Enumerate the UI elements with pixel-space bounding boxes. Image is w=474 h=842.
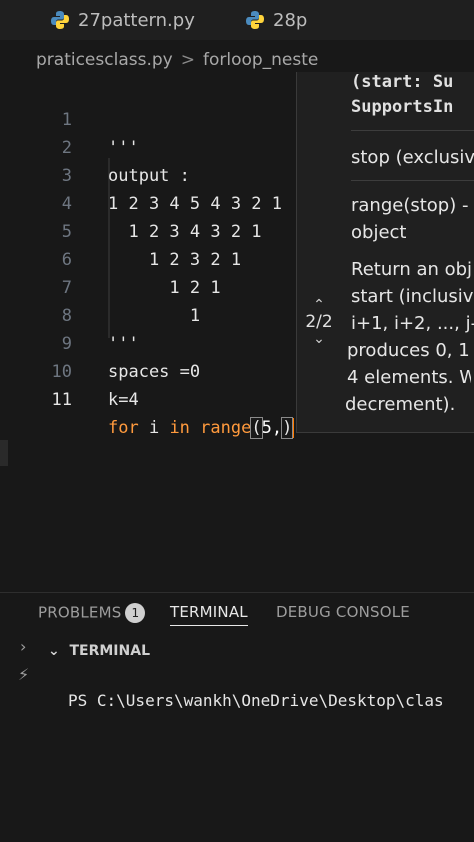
range-args: 5, — [261, 418, 283, 438]
popup-divider — [351, 130, 474, 131]
tab-label: 27pattern.py — [78, 9, 195, 31]
code-text: k=4 — [108, 390, 139, 410]
signature-line: SupportsIn — [351, 97, 454, 117]
breadcrumb-separator: > — [180, 50, 195, 70]
code-text: for i in range(5,) — [108, 414, 295, 442]
active-parameter: stop (exclusiv — [351, 147, 474, 168]
breadcrumb-file[interactable]: praticesclass.py — [36, 50, 173, 70]
keyword-for: for — [108, 418, 139, 438]
paren-open: ( — [250, 417, 263, 439]
bottom-panel: PROBLEMS 1 TERMINAL DEBUG CONSOLE › ⌄ TER… — [0, 592, 474, 842]
python-icon — [51, 11, 69, 29]
doc-description: produces 0, 1, — [347, 340, 471, 361]
function-range: range — [189, 418, 252, 438]
doc-description: decrement). — [345, 394, 456, 415]
chevron-down-icon[interactable]: ⌄ — [297, 332, 341, 346]
overload-count: 2/2 — [305, 312, 333, 332]
doc-line: object — [351, 222, 407, 243]
gutter-marker — [0, 440, 8, 466]
tab-label: PROBLEMS — [38, 603, 122, 622]
tab-problems[interactable]: PROBLEMS 1 — [38, 603, 146, 623]
text-cursor — [292, 418, 295, 438]
breadcrumb: praticesclass.py > forloop_neste — [36, 50, 318, 70]
tab-debug-console[interactable]: DEBUG CONSOLE — [276, 603, 410, 621]
tab-label: 28p — [273, 9, 308, 31]
loop-variable: i — [138, 418, 170, 438]
breadcrumb-symbol[interactable]: forloop_neste — [203, 50, 318, 70]
tab-terminal[interactable]: TERMINAL — [170, 603, 248, 626]
python-icon — [246, 11, 264, 29]
signature-help-popup[interactable]: (start: Su SupportsIn stop (exclusiv ran… — [296, 72, 474, 433]
overload-selector: ⌃ 2/2 ⌄ — [297, 298, 341, 346]
keyword-in: in — [169, 418, 190, 438]
tab-bar: 27pattern.py 28p — [0, 0, 474, 40]
doc-description: Return an obj — [351, 259, 473, 280]
plug-icon[interactable]: ⚡ — [18, 665, 29, 684]
paren-close: ) — [281, 417, 294, 439]
tab-27pattern[interactable]: 27pattern.py — [50, 0, 195, 40]
signature-text: (start: Su SupportsIn — [351, 70, 453, 120]
line-number: 11 — [51, 390, 72, 410]
terminal-section-header[interactable]: ⌄ TERMINAL — [48, 643, 150, 659]
problems-badge: 1 — [125, 603, 146, 623]
chevron-right-icon[interactable]: › — [20, 637, 26, 656]
tab-28p[interactable]: 28p — [245, 0, 307, 40]
doc-line: range(stop) - — [351, 195, 469, 216]
signature-line: (start: Su — [351, 72, 454, 92]
code-editor[interactable]: 1 ''' 2 output : 3 1 2 3 4 5 4 3 2 1 4 1… — [0, 72, 474, 592]
terminal-header-label: TERMINAL — [69, 643, 150, 659]
doc-description: 4 elements. W — [347, 367, 471, 388]
terminal-prompt[interactable]: PS C:\Users\wankh\OneDrive\Desktop\clas — [68, 691, 444, 710]
popup-divider — [351, 180, 474, 181]
chevron-up-icon[interactable]: ⌃ — [297, 298, 341, 312]
chevron-down-icon: ⌄ — [48, 643, 60, 659]
doc-description: start (inclusive — [351, 286, 474, 307]
doc-description: i+1, i+2, ..., j-1 — [351, 313, 474, 334]
